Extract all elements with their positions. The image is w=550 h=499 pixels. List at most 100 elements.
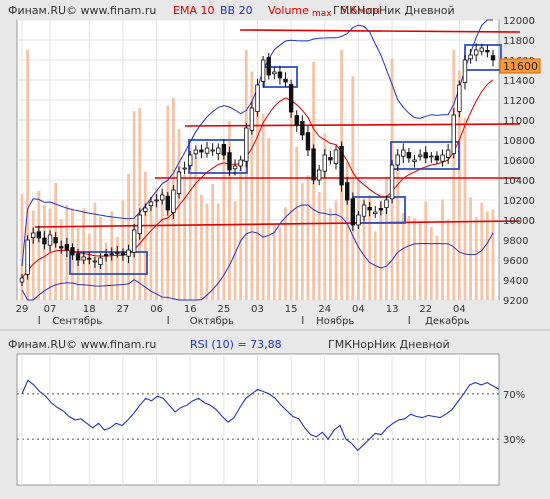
volume-bar <box>452 50 456 300</box>
volume-bar <box>138 107 142 301</box>
candle-body <box>249 107 255 131</box>
candle-body <box>148 201 154 206</box>
volume-bar <box>469 197 472 300</box>
volume-bar <box>59 219 63 300</box>
rsi-header-label: RSI (10) = 73,88 <box>190 338 282 351</box>
volume-bar <box>306 175 310 300</box>
candle-body <box>266 57 271 76</box>
candle-body <box>440 154 445 162</box>
candle-body <box>216 147 221 154</box>
y-tick-label: 9200 <box>503 296 528 307</box>
header-bb-label: BB 20 <box>220 4 253 17</box>
volume-bar <box>211 183 215 300</box>
candle-body <box>115 252 120 255</box>
volume-bar <box>127 173 130 300</box>
candle-body <box>176 171 182 195</box>
x-tick-label: 16 <box>184 304 197 315</box>
candle-body <box>193 149 199 155</box>
candle-body <box>339 145 344 186</box>
candle-body <box>288 84 294 113</box>
volume-bar <box>149 197 153 300</box>
volume-bar <box>48 208 52 300</box>
volume-bar <box>407 216 411 300</box>
candle-body <box>417 154 423 157</box>
candle-body <box>429 155 434 158</box>
main-header: Финам.RU© www.finam.ru EMA 10 BB 20 Volu… <box>8 4 455 19</box>
candle-body <box>171 189 176 213</box>
candle-body <box>75 253 81 261</box>
candle-body <box>199 149 204 153</box>
y-tick-label: 10200 <box>503 196 535 207</box>
candle-body <box>87 257 92 260</box>
candle-body <box>328 156 333 161</box>
rsi-header: Финам.RU© www.finam.ru RSI (10) = 73,88 … <box>8 338 450 351</box>
y-tick-label: 11200 <box>503 96 535 107</box>
candle-body <box>401 149 406 157</box>
header-max-label: max <box>312 9 332 19</box>
candle-body <box>445 149 451 158</box>
rsi-header-ticker: ГМКНорНик Дневной <box>328 338 450 351</box>
candle-body <box>109 253 114 256</box>
volume-bar <box>485 211 489 300</box>
x-tick-label: 13 <box>386 304 399 315</box>
volume-bar <box>463 118 467 300</box>
x-tick-label: 27 <box>117 304 130 315</box>
candle-body <box>210 149 215 152</box>
y-tick-label: 10800 <box>503 136 535 147</box>
volume-bar <box>446 219 450 300</box>
volume-bar <box>491 209 495 300</box>
y-tick-label: 10400 <box>503 176 535 187</box>
x-tick-label: 04 <box>453 304 466 315</box>
volume-bar <box>317 191 321 300</box>
candle-body <box>81 256 86 261</box>
volume-bar <box>160 191 164 300</box>
volume-bar <box>31 210 35 300</box>
x-tick-label: 15 <box>285 304 298 315</box>
volume-bar <box>424 201 428 300</box>
volume-bar <box>194 158 198 300</box>
candle-body <box>64 243 70 251</box>
candle-body <box>232 165 238 170</box>
volume-bar <box>328 208 332 300</box>
month-label: Октябрь <box>190 316 234 327</box>
candle-body <box>300 121 305 136</box>
candle-body <box>485 50 490 53</box>
candle-body <box>356 214 361 226</box>
candle-body <box>389 164 395 200</box>
candle-body <box>143 207 148 212</box>
header-ema-label: EMA 10 <box>173 4 214 17</box>
volume-bar <box>351 76 355 300</box>
candle-body <box>53 236 58 244</box>
rsi-header-source: Финам.RU© www.finam.ru <box>8 338 156 351</box>
candle-body <box>221 143 227 156</box>
y-tick-label: 12000 <box>503 16 535 27</box>
month-label: Декабрь <box>425 316 470 327</box>
candle-body <box>31 232 36 238</box>
header-volume-label: Volume <box>268 4 309 17</box>
candle-body <box>137 214 142 235</box>
rsi-tick-label: 70% <box>503 390 525 401</box>
candle-body <box>98 257 103 265</box>
candle-body <box>120 252 126 256</box>
candle-body <box>457 84 462 112</box>
candle-body <box>182 167 187 170</box>
header-source: Финам.RU© www.finam.ru <box>8 4 156 17</box>
y-tick-label: 9800 <box>503 236 528 247</box>
y-tick-label: 11400 <box>503 76 535 87</box>
x-tick-label: 25 <box>217 304 230 315</box>
x-tick-label: 22 <box>419 304 432 315</box>
candle-body <box>159 194 165 201</box>
volume-bar <box>183 175 187 300</box>
candle-body <box>378 207 384 211</box>
volume-bar <box>216 203 220 300</box>
x-tick-label: 06 <box>150 304 163 315</box>
candle-body <box>25 239 30 275</box>
y-tick-label: 9400 <box>503 276 528 287</box>
volume-bar <box>239 159 243 300</box>
last-price-label: 11600 <box>503 60 538 73</box>
candle-body <box>462 59 468 84</box>
candle-body <box>451 114 456 154</box>
candle-body <box>490 55 496 61</box>
candle-body <box>204 147 210 154</box>
volume-bar <box>284 207 287 300</box>
